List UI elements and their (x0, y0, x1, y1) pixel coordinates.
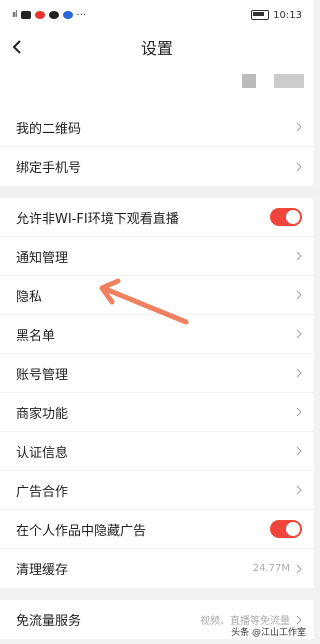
chevron-right-icon (296, 290, 302, 300)
toggle-knob (286, 522, 300, 536)
status-time: 10:13 (273, 9, 302, 21)
settings-group: 允许非WI-FI环境下观看直播 通知管理 隐私 黑名单 账号管理 商家功能 认证… (0, 198, 314, 588)
chevron-right-icon (296, 162, 302, 171)
row-merchant[interactable]: 商家功能 (0, 393, 314, 432)
row-blacklist[interactable]: 黑名单 (0, 315, 314, 354)
chevron-right-icon (296, 368, 302, 378)
battery-icon (251, 10, 270, 20)
app-icon (20, 11, 31, 19)
row-label: 商家功能 (16, 406, 69, 422)
row-privacy[interactable]: 隐私 (0, 276, 314, 315)
app-icon (48, 11, 59, 19)
app-icon (34, 11, 45, 19)
row-ad-cooperation[interactable]: 广告合作 (0, 471, 314, 510)
row-label: 广告合作 (16, 484, 69, 500)
chevron-right-icon (296, 615, 302, 624)
hide-ads-toggle[interactable] (270, 520, 302, 538)
row-wifi-live[interactable]: 允许非WI-FI环境下观看直播 (0, 198, 314, 237)
row-label: 免流量服务 (16, 614, 82, 629)
chevron-right-icon (296, 407, 302, 417)
row-label: 我的二维码 (16, 121, 82, 137)
row-account-management[interactable]: 账号管理 (0, 354, 314, 393)
page-title: 设置 (140, 39, 173, 58)
row-qr-code[interactable]: 我的二维码 (0, 108, 314, 147)
row-label: 隐私 (16, 289, 43, 305)
row-hide-ads[interactable]: 在个人作品中隐藏广告 (0, 510, 314, 549)
signal-icon: ııl (12, 10, 17, 20)
row-label: 清理缓存 (16, 563, 69, 578)
profile-row[interactable] (0, 64, 314, 108)
chevron-right-icon (296, 122, 302, 132)
status-left: ııl ··· (12, 10, 86, 21)
row-bind-phone[interactable]: 绑定手机号 (0, 147, 314, 186)
chevron-right-icon (296, 329, 302, 339)
back-arrow-icon[interactable] (10, 38, 24, 56)
row-clear-cache[interactable]: 清理缓存 24.77M (0, 549, 314, 588)
settings-page: ııl ··· 10:13 设置 我的二维码 绑定手机号 允许非WI-FI环境下… (0, 0, 314, 644)
status-bar: ııl ··· 10:13 (0, 0, 314, 30)
chevron-right-icon (296, 251, 302, 261)
chevron-right-icon (296, 485, 302, 495)
nav-bar: 设置 (0, 30, 314, 64)
watermark-text: 头条 @江山工作室 (231, 628, 306, 638)
row-label: 认证信息 (16, 445, 69, 461)
row-value-wrap: 24.77M (253, 563, 302, 574)
row-verification[interactable]: 认证信息 (0, 432, 314, 471)
row-label: 通知管理 (16, 250, 69, 266)
chevron-right-icon (296, 446, 302, 456)
row-label: 在个人作品中隐藏广告 (16, 523, 147, 539)
status-right: 10:13 (251, 10, 302, 21)
cache-size: 24.77M (252, 563, 290, 574)
more-icon: ··· (76, 9, 87, 21)
row-label: 允许非WI-FI环境下观看直播 (16, 211, 179, 227)
section-gap (0, 186, 314, 198)
row-label: 黑名单 (16, 328, 56, 344)
chevron-right-icon (296, 564, 302, 573)
section-gap (0, 588, 314, 600)
wifi-live-toggle[interactable] (270, 208, 302, 226)
row-label: 账号管理 (16, 367, 69, 383)
username-blur (274, 74, 304, 88)
settings-group: 我的二维码 绑定手机号 (0, 108, 314, 186)
watermark: 头条 @江山工作室 (231, 625, 306, 638)
toggle-knob (286, 210, 300, 224)
avatar (242, 74, 256, 88)
row-notifications[interactable]: 通知管理 (0, 237, 314, 276)
app-icon (62, 11, 73, 19)
row-label: 绑定手机号 (16, 161, 82, 176)
